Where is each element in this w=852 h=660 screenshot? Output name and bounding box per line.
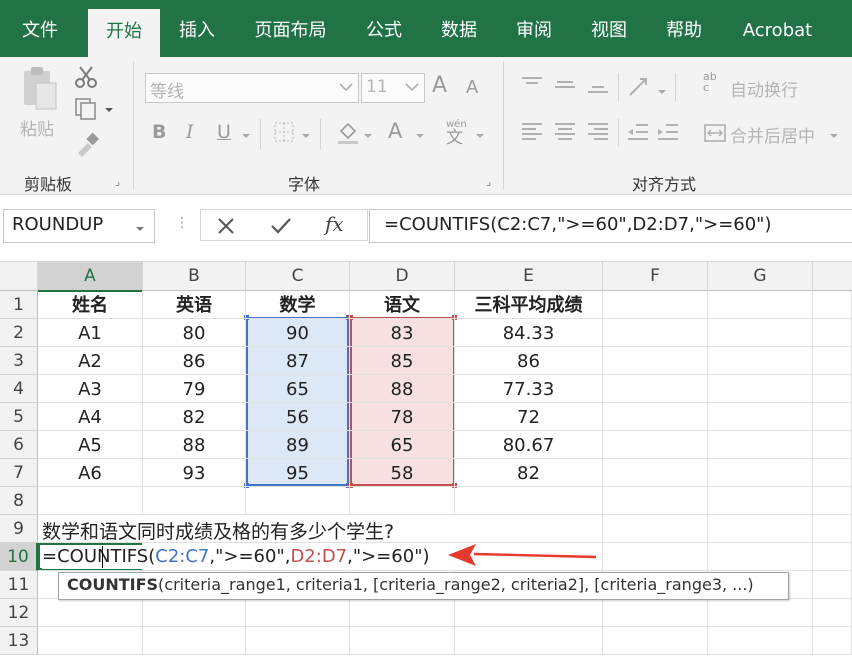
table-cell[interactable]: A3 (38, 375, 143, 403)
empty-cell[interactable] (813, 347, 852, 375)
table-cell[interactable]: 84.33 (455, 319, 603, 347)
table-cell[interactable]: 65 (246, 375, 350, 403)
table-cell[interactable]: 86 (143, 347, 246, 375)
formula-part: ,">=60") (347, 546, 430, 567)
empty-cell[interactable] (708, 291, 813, 319)
empty-cell[interactable] (813, 487, 852, 515)
text-cursor (102, 546, 103, 568)
cell-editor[interactable]: =COUNTIFS(C2:C7,">=60",D2:D7,">=60") (42, 545, 430, 569)
empty-cell[interactable] (246, 599, 350, 627)
empty-cell[interactable] (813, 599, 852, 627)
empty-cell[interactable] (708, 543, 813, 571)
question-text: 数学和语文同时成绩及格的有多少个学生? (42, 521, 395, 543)
empty-cell[interactable] (813, 627, 852, 655)
empty-cell[interactable] (813, 515, 852, 543)
empty-cell[interactable] (603, 319, 708, 347)
empty-cell[interactable] (246, 487, 350, 515)
empty-cell[interactable] (813, 375, 852, 403)
empty-cell[interactable] (813, 319, 852, 347)
table-cell[interactable]: 88 (350, 375, 455, 403)
table-cell[interactable]: 93 (143, 459, 246, 487)
empty-cell[interactable] (603, 459, 708, 487)
table-cell[interactable]: 56 (246, 403, 350, 431)
range-ref-1: C2:C7 (155, 546, 210, 567)
function-tooltip[interactable]: COUNTIFS(criteria_range1, criteria1, [cr… (58, 572, 789, 600)
table-cell[interactable]: 80.67 (455, 431, 603, 459)
empty-cell[interactable] (603, 291, 708, 319)
empty-cell[interactable] (708, 319, 813, 347)
table-cell[interactable]: 72 (455, 403, 603, 431)
tooltip-args: (criteria_range1, criteria1, [criteria_r… (158, 575, 754, 594)
range-ref-2: D2:D7 (290, 546, 348, 567)
table-cell[interactable]: A4 (38, 403, 143, 431)
table-cell[interactable]: 80 (143, 319, 246, 347)
empty-cell[interactable] (455, 599, 603, 627)
empty-cell[interactable] (813, 403, 852, 431)
empty-cell[interactable] (708, 487, 813, 515)
table-cell[interactable]: 89 (246, 431, 350, 459)
table-cell[interactable]: A2 (38, 347, 143, 375)
empty-cell[interactable] (708, 515, 813, 543)
empty-cell[interactable] (350, 487, 455, 515)
empty-cell[interactable] (708, 627, 813, 655)
empty-cell[interactable] (38, 487, 143, 515)
table-header-cell[interactable]: 英语 (143, 291, 246, 319)
empty-cell[interactable] (708, 375, 813, 403)
table-cell[interactable]: 83 (350, 319, 455, 347)
table-cell[interactable]: A6 (38, 459, 143, 487)
empty-cell[interactable] (708, 459, 813, 487)
table-cell[interactable]: 85 (350, 347, 455, 375)
table-cell[interactable]: 86 (455, 347, 603, 375)
empty-cell[interactable] (603, 487, 708, 515)
formula-part: ,">=60", (209, 546, 291, 567)
table-cell[interactable]: 87 (246, 347, 350, 375)
table-cell[interactable]: 79 (143, 375, 246, 403)
empty-cell[interactable] (38, 599, 143, 627)
table-cell[interactable]: 88 (143, 431, 246, 459)
table-header-cell[interactable]: 数学 (246, 291, 350, 319)
empty-cell[interactable] (603, 375, 708, 403)
empty-cell[interactable] (603, 543, 708, 571)
empty-cell[interactable] (350, 599, 455, 627)
table-cell[interactable]: A1 (38, 319, 143, 347)
empty-cell[interactable] (603, 599, 708, 627)
empty-cell[interactable] (708, 599, 813, 627)
empty-cell[interactable] (813, 571, 852, 599)
table-header-cell[interactable]: 语文 (350, 291, 455, 319)
table-cell[interactable]: A5 (38, 431, 143, 459)
empty-cell[interactable] (143, 487, 246, 515)
empty-cell[interactable] (455, 487, 603, 515)
empty-cell[interactable] (708, 431, 813, 459)
empty-cell[interactable] (603, 403, 708, 431)
tooltip-function-name[interactable]: COUNTIFS (67, 575, 158, 594)
table-header-cell[interactable]: 三科平均成绩 (455, 291, 603, 319)
table-cell[interactable]: 95 (246, 459, 350, 487)
empty-cell[interactable] (708, 403, 813, 431)
table-cell[interactable]: 78 (350, 403, 455, 431)
empty-cell[interactable] (603, 347, 708, 375)
empty-cell[interactable] (603, 515, 708, 543)
empty-cell[interactable] (813, 291, 852, 319)
empty-cell[interactable] (143, 627, 246, 655)
empty-cell[interactable] (455, 627, 603, 655)
empty-cell[interactable] (603, 627, 708, 655)
table-header-cell[interactable]: 姓名 (38, 291, 143, 319)
table-cell[interactable]: 90 (246, 319, 350, 347)
empty-cell[interactable] (813, 543, 852, 571)
empty-cell[interactable] (813, 459, 852, 487)
annotation-arrow (444, 540, 600, 576)
empty-cell[interactable] (38, 627, 143, 655)
empty-cell[interactable] (708, 347, 813, 375)
table-cell[interactable]: 77.33 (455, 375, 603, 403)
table-cell[interactable]: 82 (455, 459, 603, 487)
formula-part: =COUNTIFS( (42, 546, 156, 567)
empty-cell[interactable] (350, 627, 455, 655)
empty-cell[interactable] (603, 431, 708, 459)
empty-cell[interactable] (813, 431, 852, 459)
table-cell[interactable]: 65 (350, 431, 455, 459)
table-cell[interactable]: 82 (143, 403, 246, 431)
empty-cell[interactable] (143, 599, 246, 627)
table-cell[interactable]: 58 (350, 459, 455, 487)
empty-cell[interactable] (246, 627, 350, 655)
